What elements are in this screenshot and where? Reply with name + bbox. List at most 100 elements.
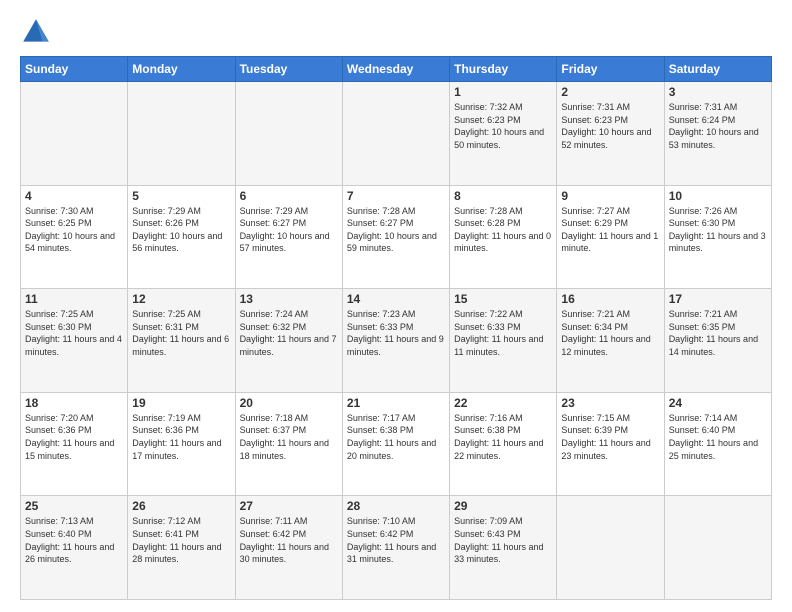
calendar-cell: 16 Sunrise: 7:21 AM Sunset: 6:34 PM Dayli… [557,289,664,393]
day-number: 8 [454,189,552,203]
day-number: 2 [561,85,659,99]
day-info: Sunrise: 7:09 AM Sunset: 6:43 PM Dayligh… [454,515,552,565]
day-info: Sunrise: 7:31 AM Sunset: 6:23 PM Dayligh… [561,101,659,151]
calendar-cell: 23 Sunrise: 7:15 AM Sunset: 6:39 PM Dayli… [557,392,664,496]
calendar-cell: 17Sunrise: 7:21 AM Sunset: 6:35 PM Dayli… [664,289,771,393]
day-info: Sunrise: 7:28 AM Sunset: 6:27 PM Dayligh… [347,205,445,255]
calendar-cell: 2 Sunrise: 7:31 AM Sunset: 6:23 PM Daylig… [557,82,664,186]
calendar-cell [342,82,449,186]
day-number: 26 [132,499,230,513]
day-info: Sunrise: 7:24 AM Sunset: 6:32 PM Dayligh… [240,308,338,358]
day-number: 7 [347,189,445,203]
day-info: Sunrise: 7:12 AM Sunset: 6:41 PM Dayligh… [132,515,230,565]
calendar-cell: 5 Sunrise: 7:29 AM Sunset: 6:26 PM Daylig… [128,185,235,289]
calendar-cell: 6 Sunrise: 7:29 AM Sunset: 6:27 PM Daylig… [235,185,342,289]
calendar-cell: 10Sunrise: 7:26 AM Sunset: 6:30 PM Dayli… [664,185,771,289]
day-info: Sunrise: 7:20 AM Sunset: 6:36 PM Dayligh… [25,412,123,462]
calendar-header-saturday: Saturday [664,57,771,82]
day-info: Sunrise: 7:19 AM Sunset: 6:36 PM Dayligh… [132,412,230,462]
day-number: 6 [240,189,338,203]
day-info: Sunrise: 7:10 AM Sunset: 6:42 PM Dayligh… [347,515,445,565]
day-info: Sunrise: 7:30 AM Sunset: 6:25 PM Dayligh… [25,205,123,255]
day-number: 4 [25,189,123,203]
day-number: 23 [561,396,659,410]
header [20,16,772,48]
day-number: 29 [454,499,552,513]
calendar-cell: 25Sunrise: 7:13 AM Sunset: 6:40 PM Dayli… [21,496,128,600]
day-info: Sunrise: 7:23 AM Sunset: 6:33 PM Dayligh… [347,308,445,358]
day-number: 13 [240,292,338,306]
day-info: Sunrise: 7:22 AM Sunset: 6:33 PM Dayligh… [454,308,552,358]
calendar-cell: 29 Sunrise: 7:09 AM Sunset: 6:43 PM Dayli… [450,496,557,600]
day-number: 5 [132,189,230,203]
calendar-cell [128,82,235,186]
day-info: Sunrise: 7:27 AM Sunset: 6:29 PM Dayligh… [561,205,659,255]
calendar-cell: 13 Sunrise: 7:24 AM Sunset: 6:32 PM Dayli… [235,289,342,393]
day-info: Sunrise: 7:32 AM Sunset: 6:23 PM Dayligh… [454,101,552,151]
day-number: 12 [132,292,230,306]
calendar-table: SundayMondayTuesdayWednesdayThursdayFrid… [20,56,772,600]
calendar-week-5: 25Sunrise: 7:13 AM Sunset: 6:40 PM Dayli… [21,496,772,600]
calendar-header-tuesday: Tuesday [235,57,342,82]
day-number: 11 [25,292,123,306]
calendar-header-wednesday: Wednesday [342,57,449,82]
day-number: 15 [454,292,552,306]
day-info: Sunrise: 7:11 AM Sunset: 6:42 PM Dayligh… [240,515,338,565]
calendar-cell [557,496,664,600]
calendar-cell: 22 Sunrise: 7:16 AM Sunset: 6:38 PM Dayli… [450,392,557,496]
calendar-cell: 28 Sunrise: 7:10 AM Sunset: 6:42 PM Dayli… [342,496,449,600]
calendar-cell [235,82,342,186]
day-info: Sunrise: 7:29 AM Sunset: 6:26 PM Dayligh… [132,205,230,255]
calendar-cell: 14 Sunrise: 7:23 AM Sunset: 6:33 PM Dayli… [342,289,449,393]
day-info: Sunrise: 7:17 AM Sunset: 6:38 PM Dayligh… [347,412,445,462]
calendar-cell: 15 Sunrise: 7:22 AM Sunset: 6:33 PM Dayli… [450,289,557,393]
calendar-week-3: 11 Sunrise: 7:25 AM Sunset: 6:30 PM Dayli… [21,289,772,393]
day-info: Sunrise: 7:31 AM Sunset: 6:24 PM Dayligh… [669,101,767,151]
calendar-cell: 24 Sunrise: 7:14 AM Sunset: 6:40 PM Dayli… [664,392,771,496]
day-info: Sunrise: 7:26 AM Sunset: 6:30 PM Dayligh… [669,205,767,255]
calendar-cell: 26 Sunrise: 7:12 AM Sunset: 6:41 PM Dayli… [128,496,235,600]
day-number: 9 [561,189,659,203]
page: SundayMondayTuesdayWednesdayThursdayFrid… [0,0,792,612]
day-number: 1 [454,85,552,99]
day-number: 24 [669,396,767,410]
day-number: 28 [347,499,445,513]
calendar-header-row: SundayMondayTuesdayWednesdayThursdayFrid… [21,57,772,82]
day-info: Sunrise: 7:21 AM Sunset: 6:34 PM Dayligh… [561,308,659,358]
day-number: 25 [25,499,123,513]
calendar-cell: 8 Sunrise: 7:28 AM Sunset: 6:28 PM Daylig… [450,185,557,289]
day-info: Sunrise: 7:14 AM Sunset: 6:40 PM Dayligh… [669,412,767,462]
day-number: 20 [240,396,338,410]
calendar-cell [664,496,771,600]
day-number: 21 [347,396,445,410]
calendar-week-4: 18 Sunrise: 7:20 AM Sunset: 6:36 PM Dayli… [21,392,772,496]
day-number: 19 [132,396,230,410]
calendar-cell: 1 Sunrise: 7:32 AM Sunset: 6:23 PM Daylig… [450,82,557,186]
calendar-cell: 18 Sunrise: 7:20 AM Sunset: 6:36 PM Dayli… [21,392,128,496]
day-number: 18 [25,396,123,410]
calendar-cell: 27 Sunrise: 7:11 AM Sunset: 6:42 PM Dayli… [235,496,342,600]
day-number: 22 [454,396,552,410]
calendar-header-friday: Friday [557,57,664,82]
day-info: Sunrise: 7:18 AM Sunset: 6:37 PM Dayligh… [240,412,338,462]
day-number: 3 [669,85,767,99]
calendar-week-2: 4 Sunrise: 7:30 AM Sunset: 6:25 PM Daylig… [21,185,772,289]
day-info: Sunrise: 7:29 AM Sunset: 6:27 PM Dayligh… [240,205,338,255]
calendar-cell: 7 Sunrise: 7:28 AM Sunset: 6:27 PM Daylig… [342,185,449,289]
day-info: Sunrise: 7:15 AM Sunset: 6:39 PM Dayligh… [561,412,659,462]
day-number: 27 [240,499,338,513]
day-info: Sunrise: 7:16 AM Sunset: 6:38 PM Dayligh… [454,412,552,462]
day-info: Sunrise: 7:28 AM Sunset: 6:28 PM Dayligh… [454,205,552,255]
day-info: Sunrise: 7:21 AM Sunset: 6:35 PM Dayligh… [669,308,767,358]
day-number: 16 [561,292,659,306]
calendar-cell: 19 Sunrise: 7:19 AM Sunset: 6:36 PM Dayli… [128,392,235,496]
calendar-week-1: 1 Sunrise: 7:32 AM Sunset: 6:23 PM Daylig… [21,82,772,186]
day-info: Sunrise: 7:25 AM Sunset: 6:31 PM Dayligh… [132,308,230,358]
calendar-cell: 3 Sunrise: 7:31 AM Sunset: 6:24 PM Daylig… [664,82,771,186]
calendar-header-thursday: Thursday [450,57,557,82]
calendar-header-monday: Monday [128,57,235,82]
day-info: Sunrise: 7:25 AM Sunset: 6:30 PM Dayligh… [25,308,123,358]
calendar-cell: 4 Sunrise: 7:30 AM Sunset: 6:25 PM Daylig… [21,185,128,289]
calendar-cell: 9 Sunrise: 7:27 AM Sunset: 6:29 PM Daylig… [557,185,664,289]
day-number: 14 [347,292,445,306]
